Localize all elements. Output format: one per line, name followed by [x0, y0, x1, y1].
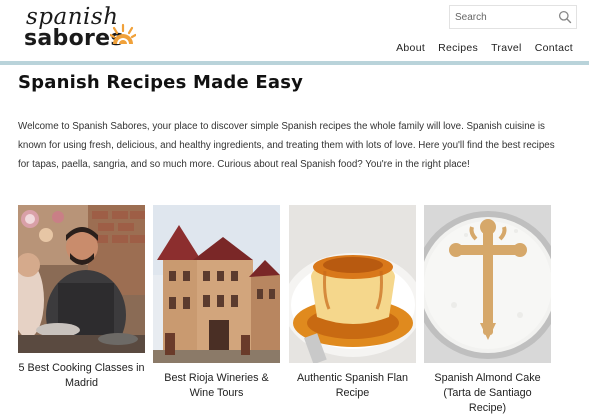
- card-caption[interactable]: Best Rioja Wineries & Wine Tours: [153, 371, 280, 401]
- sun-icon: [110, 23, 136, 44]
- nav-travel[interactable]: Travel: [491, 42, 522, 54]
- nav-about[interactable]: About: [396, 42, 425, 54]
- page-title: Spanish Recipes Made Easy: [18, 72, 304, 93]
- search-input[interactable]: [450, 6, 554, 28]
- card-flan-recipe[interactable]: Authentic Spanish Flan Recipe: [289, 205, 416, 401]
- nav-contact[interactable]: Contact: [535, 42, 573, 54]
- card-almond-cake[interactable]: Spanish Almond Cake (Tarta de Santiago R…: [424, 205, 551, 416]
- recipe-cards: 5 Best Cooking Classes in Madrid Best Ri…: [18, 205, 558, 417]
- main-nav: About Recipes Travel Contact: [396, 42, 573, 54]
- search-box: [449, 5, 577, 29]
- card-caption[interactable]: Spanish Almond Cake (Tarta de Santiago R…: [424, 371, 551, 416]
- rioja-winery-photo[interactable]: [153, 205, 280, 363]
- card-rioja-wineries[interactable]: Best Rioja Wineries & Wine Tours: [153, 205, 280, 401]
- site-header: spanish sabores About Recipes Travel Con…: [0, 0, 589, 62]
- nav-recipes[interactable]: Recipes: [438, 42, 478, 54]
- logo-text-sabores: sabores: [24, 26, 124, 51]
- intro-paragraph: Welcome to Spanish Sabores, your place t…: [18, 121, 555, 170]
- cooking-class-photo[interactable]: [18, 205, 145, 353]
- almond-cake-photo[interactable]: [424, 205, 551, 363]
- card-caption[interactable]: Authentic Spanish Flan Recipe: [289, 371, 416, 401]
- flan-photo[interactable]: [289, 205, 416, 363]
- search-icon[interactable]: [558, 10, 572, 24]
- card-caption[interactable]: 5 Best Cooking Classes in Madrid: [18, 361, 145, 391]
- card-cooking-classes[interactable]: 5 Best Cooking Classes in Madrid: [18, 205, 145, 391]
- header-divider: [0, 61, 589, 65]
- site-logo[interactable]: spanish sabores: [22, 4, 142, 54]
